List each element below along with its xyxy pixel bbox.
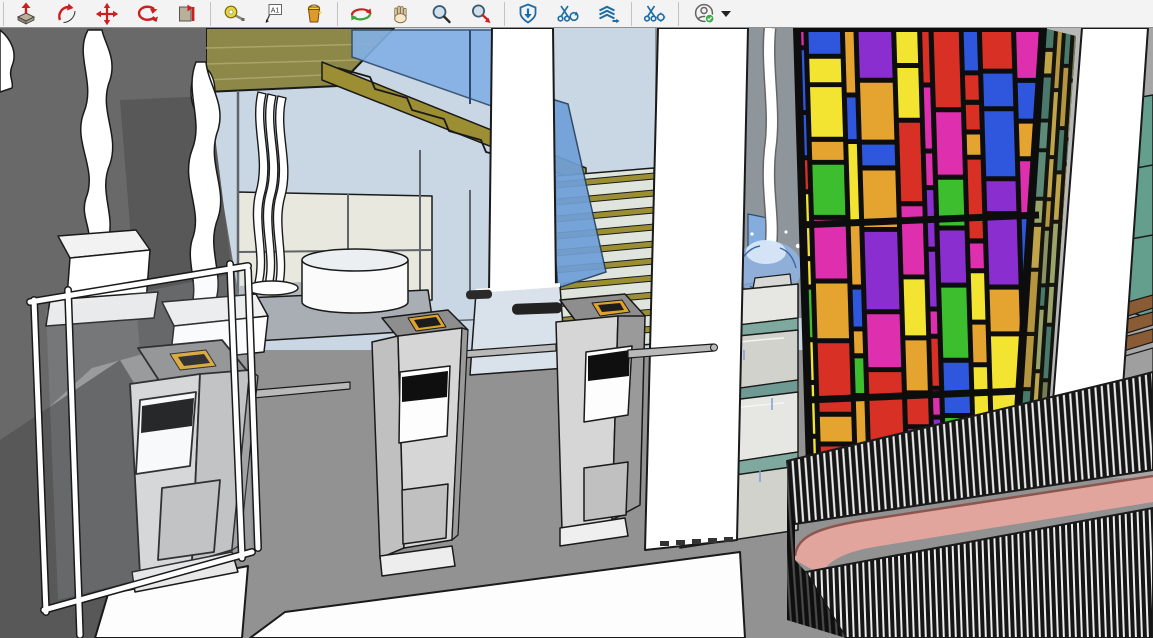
toolbar-divider — [631, 2, 632, 26]
floor-slot — [512, 302, 562, 315]
offset-tool-button[interactable] — [167, 1, 207, 27]
account-button[interactable] — [682, 1, 740, 27]
paint-bucket-icon — [300, 2, 328, 26]
orbit-icon — [347, 2, 375, 26]
column-front — [645, 28, 748, 550]
text-icon: A1 — [260, 2, 288, 26]
scissors-sync-icon — [554, 2, 582, 26]
rotate-icon — [133, 2, 161, 26]
push-pull-tool-button[interactable] — [7, 1, 47, 27]
offset-icon — [173, 2, 201, 26]
tape-measure-icon — [220, 2, 248, 26]
text-tool-button[interactable]: A1 — [254, 1, 294, 27]
svg-text:A1: A1 — [271, 7, 280, 14]
pan-tool-button[interactable] — [381, 1, 421, 27]
rotate-tool-button[interactable] — [127, 1, 167, 27]
extension-cut-settings-button[interactable] — [635, 1, 675, 27]
layers-forward-icon — [594, 2, 622, 26]
pan-icon — [387, 2, 415, 26]
model-viewport[interactable] — [0, 28, 1153, 638]
zoom-extents-icon — [467, 2, 495, 26]
zoom-extents-tool-button[interactable] — [461, 1, 501, 27]
follow-me-icon — [53, 2, 81, 26]
extension-cut-sync-button[interactable] — [548, 1, 588, 27]
extension-layers-button[interactable] — [588, 1, 628, 27]
paint-bucket-tool-button[interactable] — [294, 1, 334, 27]
turnstile-2 — [372, 310, 468, 576]
move-icon — [93, 2, 121, 26]
account-dropdown-caret — [720, 10, 732, 18]
toolbar-divider — [210, 2, 211, 26]
orbit-tool-button[interactable] — [341, 1, 381, 27]
account-avatar-icon — [690, 2, 720, 26]
floor-slot — [466, 290, 492, 300]
model-canvas[interactable] — [0, 28, 1153, 638]
extension-shield-button[interactable] — [508, 1, 548, 27]
toolbar-divider — [504, 2, 505, 26]
shield-download-icon — [514, 2, 542, 26]
move-tool-button[interactable] — [87, 1, 127, 27]
tape-measure-tool-button[interactable] — [214, 1, 254, 27]
water-stream — [769, 28, 772, 245]
sketchup-window: A1 — [0, 0, 1153, 638]
toolbar-divider — [3, 2, 4, 26]
follow-me-tool-button[interactable] — [47, 1, 87, 27]
toolbar-divider — [337, 2, 338, 26]
zoom-icon — [427, 2, 455, 26]
zoom-tool-button[interactable] — [421, 1, 461, 27]
toolbar: A1 — [0, 0, 1153, 28]
toolbar-divider — [678, 2, 679, 26]
scissors-settings-icon — [641, 2, 669, 26]
push-pull-icon — [13, 2, 41, 26]
turnstile-3 — [556, 294, 645, 546]
